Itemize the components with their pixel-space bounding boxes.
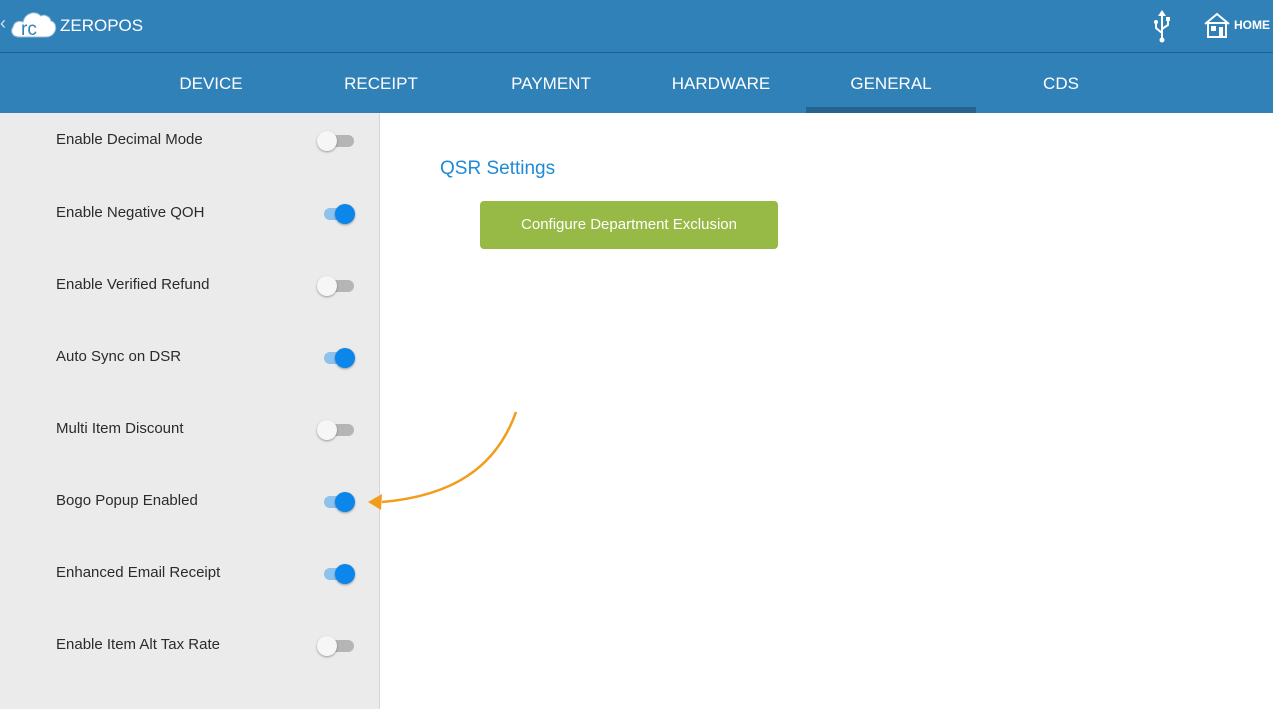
setting-row-multi-item-discount: Multi Item Discount (0, 410, 379, 450)
decimal-mode-toggle[interactable] (315, 130, 359, 152)
qsr-settings-title: QSR Settings (440, 158, 556, 179)
setting-label: Enable Decimal Mode (56, 131, 203, 148)
tab-payment[interactable]: PAYMENT (466, 53, 636, 113)
logo-text: rc (21, 19, 37, 40)
setting-row-bogo-popup: Bogo Popup Enabled (0, 482, 379, 522)
negative-qoh-toggle[interactable] (315, 203, 359, 225)
home-button[interactable]: HOME (1203, 10, 1270, 40)
setting-label: Bogo Popup Enabled (56, 492, 198, 509)
multi-item-discount-toggle[interactable] (315, 419, 359, 441)
setting-label: Enable Verified Refund (56, 276, 210, 293)
cloud-logo-icon: rc (11, 12, 57, 40)
chevron-left-icon[interactable]: ‹ (0, 14, 6, 32)
setting-row-item-alt-tax-rate: Enable Item Alt Tax Rate (0, 626, 379, 666)
setting-row-verified-refund: Enable Verified Refund (0, 266, 379, 306)
tab-device[interactable]: DEVICE (126, 53, 296, 113)
setting-row-enhanced-email-receipt: Enhanced Email Receipt (0, 554, 379, 594)
setting-label: Auto Sync on DSR (56, 348, 182, 365)
settings-tab-bar: DEVICE RECEIPT PAYMENT HARDWARE GENERAL … (0, 53, 1273, 113)
tab-hardware[interactable]: HARDWARE (636, 53, 806, 113)
setting-label: Multi Item Discount (56, 420, 184, 437)
general-settings-list[interactable]: Enable Decimal Mode Enable Negative QOH … (0, 113, 380, 709)
setting-label: Enable Negative QOH (56, 204, 205, 221)
app-title: ZEROPOS (60, 16, 144, 35)
home-label: HOME (1234, 18, 1270, 32)
title-bar: ‹ rc ZEROPOS HOME (0, 0, 1273, 53)
setting-row-auto-sync-dsr: Auto Sync on DSR (0, 338, 379, 378)
tab-cds[interactable]: CDS (976, 53, 1146, 113)
setting-label: Enhanced Email Receipt (56, 564, 221, 581)
home-icon (1204, 12, 1230, 38)
enhanced-email-receipt-toggle[interactable] (315, 563, 359, 585)
usb-icon (1154, 10, 1170, 43)
item-alt-tax-rate-toggle[interactable] (315, 635, 359, 657)
tab-receipt[interactable]: RECEIPT (296, 53, 466, 113)
setting-row-negative-qoh: Enable Negative QOH (0, 194, 379, 234)
tab-general[interactable]: GENERAL (806, 53, 976, 113)
setting-row-decimal-mode: Enable Decimal Mode (0, 121, 379, 161)
verified-refund-toggle[interactable] (315, 275, 359, 297)
configure-department-exclusion-button[interactable]: Configure Department Exclusion (480, 201, 778, 249)
bogo-popup-toggle[interactable] (315, 491, 359, 513)
setting-label: Enable Item Alt Tax Rate (56, 636, 220, 653)
auto-sync-dsr-toggle[interactable] (315, 347, 359, 369)
